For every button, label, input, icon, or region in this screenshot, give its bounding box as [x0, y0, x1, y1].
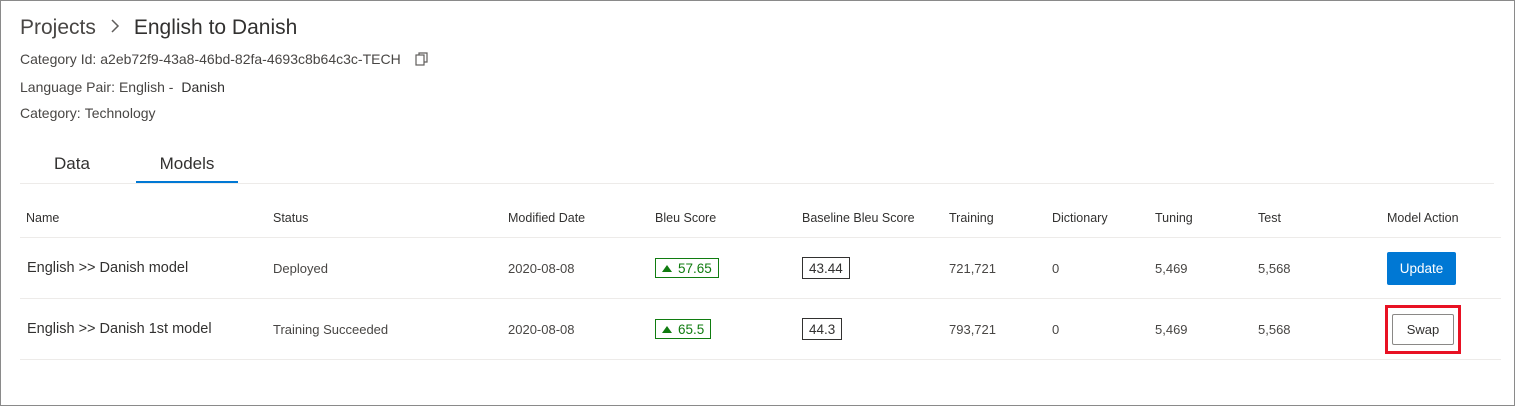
- copy-icon[interactable]: [414, 52, 428, 69]
- header-dictionary[interactable]: Dictionary: [1052, 199, 1108, 237]
- model-test: 5,568: [1258, 321, 1291, 337]
- language-pair-target: Danish: [181, 79, 225, 95]
- model-name: English >> Danish 1st model: [27, 321, 212, 337]
- baseline-bleu-badge: 43.44: [802, 257, 850, 279]
- tab-models[interactable]: Models: [136, 151, 238, 183]
- model-tuning: 5,469: [1155, 260, 1188, 276]
- header-status[interactable]: Status: [273, 199, 308, 237]
- page-frame: Projects English to Danish Category Id: a…: [0, 0, 1515, 406]
- tab-bar: Data Models: [20, 151, 1494, 184]
- model-name: English >> Danish model: [27, 260, 189, 276]
- model-test: 5,568: [1258, 260, 1291, 276]
- tab-data[interactable]: Data: [34, 151, 110, 181]
- table-header-row: Name Status Modified Date Bleu Score Bas…: [20, 199, 1501, 238]
- language-pair-line: Language Pair: English - Danish: [20, 79, 225, 95]
- table-row: English >> Danish 1st model Training Suc…: [20, 299, 1501, 360]
- bleu-score-value: 57.65: [678, 260, 712, 276]
- category-id-label: Category Id:: [20, 51, 97, 67]
- baseline-bleu-badge: 44.3: [802, 318, 843, 340]
- header-modified-date[interactable]: Modified Date: [508, 199, 585, 237]
- model-tuning: 5,469: [1155, 321, 1188, 337]
- swap-button[interactable]: Swap: [1392, 313, 1454, 345]
- model-dictionary: 0: [1052, 260, 1060, 276]
- header-tuning[interactable]: Tuning: [1155, 199, 1193, 237]
- model-training: 793,721: [949, 321, 996, 337]
- model-action-cell: Swap: [1392, 299, 1454, 359]
- model-action-cell: Update: [1387, 238, 1456, 298]
- header-model-action: Model Action: [1387, 211, 1459, 225]
- bleu-score-value: 65.5: [678, 321, 705, 337]
- model-dictionary: 0: [1052, 321, 1060, 337]
- model-status: Deployed: [273, 260, 328, 276]
- model-status: Training Succeeded: [273, 321, 389, 337]
- header-baseline-bleu-score[interactable]: Baseline Bleu Score: [802, 199, 915, 237]
- baseline-bleu-cell: 44.3: [802, 299, 843, 359]
- update-button[interactable]: Update: [1387, 251, 1456, 285]
- header-name[interactable]: Name: [26, 199, 59, 237]
- language-pair-label: Language Pair:: [20, 79, 115, 95]
- category-value: Technology: [84, 105, 156, 121]
- baseline-bleu-cell: 43.44: [802, 238, 850, 298]
- bleu-score-badge: 57.65: [655, 258, 719, 278]
- category-label: Category:: [20, 105, 81, 121]
- breadcrumb-projects[interactable]: Projects: [20, 16, 96, 40]
- header-test[interactable]: Test: [1258, 199, 1281, 237]
- chevron-right-icon: [110, 18, 120, 39]
- model-modified-date: 2020-08-08: [508, 321, 575, 337]
- category-line: Category: Technology: [20, 105, 156, 121]
- bleu-score-badge: 65.5: [655, 319, 712, 339]
- bleu-score-cell: 65.5: [655, 299, 712, 359]
- header-training[interactable]: Training: [949, 199, 994, 237]
- model-training: 721,721: [949, 260, 996, 276]
- category-id-value: a2eb72f9-43a8-46bd-82fa-4693c8b64c3c-TEC…: [100, 51, 401, 67]
- triangle-up-icon: [662, 264, 672, 272]
- page-title: English to Danish: [133, 16, 298, 39]
- language-pair-source: English -: [118, 79, 174, 95]
- bleu-score-cell: 57.65: [655, 238, 719, 298]
- model-modified-date: 2020-08-08: [508, 260, 575, 276]
- models-table: Name Status Modified Date Bleu Score Bas…: [20, 199, 1501, 360]
- table-row: English >> Danish model Deployed 2020-08…: [20, 238, 1501, 299]
- triangle-up-icon: [662, 325, 672, 333]
- category-id-line: Category Id: a2eb72f9-43a8-46bd-82fa-4693…: [20, 51, 428, 69]
- header-bleu-score[interactable]: Bleu Score: [655, 199, 716, 237]
- breadcrumb: Projects English to Danish: [20, 13, 297, 43]
